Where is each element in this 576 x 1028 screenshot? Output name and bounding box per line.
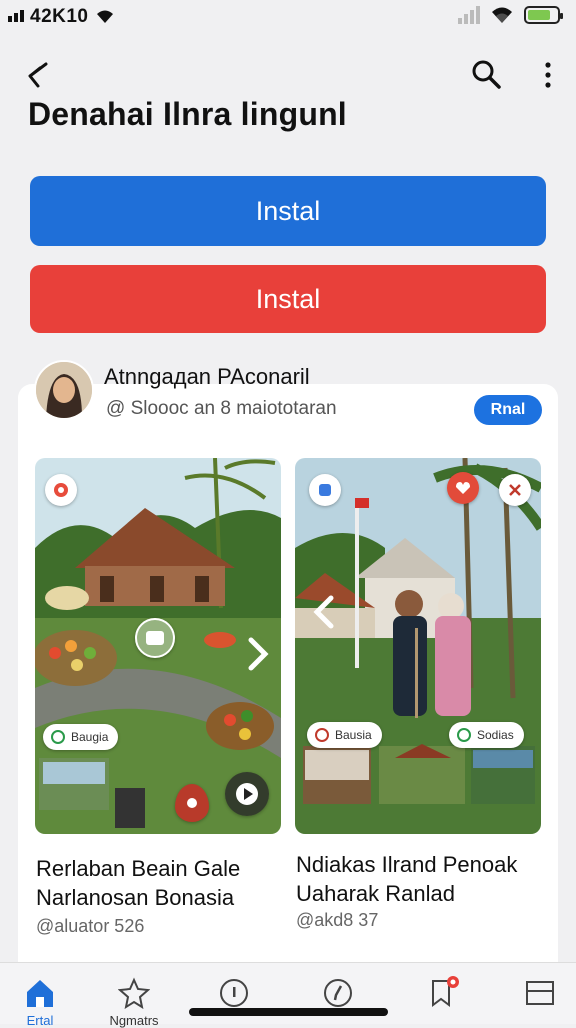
signal-icon [8, 10, 24, 22]
location-tag-label: Bausia [335, 728, 372, 742]
install-button-secondary[interactable]: Instal [30, 265, 546, 333]
author-name[interactable]: Atnngaдan PAconaril [104, 364, 310, 390]
status-bar: 42K10 [0, 0, 576, 34]
tile-handle[interactable]: @aluator 526 [36, 916, 144, 937]
sticker-icon [309, 474, 341, 506]
nav-label-home: Ertal [26, 1013, 54, 1028]
post-tile[interactable]: Baugiа [35, 458, 281, 834]
top-nav [0, 52, 576, 94]
couple-photo-image [295, 458, 541, 834]
shield-icon [175, 784, 209, 822]
star-icon [117, 977, 151, 1010]
tile-title-line2[interactable]: Uaharak Ranlad [296, 879, 455, 909]
location-tag[interactable]: Baugiа [43, 724, 119, 750]
tile-handle[interactable]: @akd8 37 [296, 910, 378, 931]
tile-title[interactable]: Ndiakas Ilrand Penoak [296, 850, 517, 880]
sticker-icon [45, 474, 77, 506]
home-indicator[interactable] [189, 1008, 388, 1016]
nav-item-saved[interactable] [414, 975, 474, 1023]
follow-button[interactable]: Rnal [474, 395, 542, 425]
back-arrow-icon[interactable] [20, 56, 56, 92]
heart-icon[interactable] [447, 472, 479, 504]
cellular-icon [458, 6, 480, 24]
info-icon [220, 979, 248, 1007]
wifi-icon [97, 10, 113, 23]
image-preview-icon[interactable] [135, 618, 175, 658]
play-icon[interactable] [225, 772, 269, 816]
compass-icon [324, 979, 352, 1007]
nav-label-favorites: Ngmatrs [109, 1013, 159, 1028]
close-icon[interactable] [499, 474, 531, 506]
window-icon [526, 981, 554, 1005]
avatar[interactable] [34, 360, 94, 420]
more-options-icon[interactable] [538, 56, 558, 92]
search-icon[interactable] [468, 56, 504, 92]
tile-title-line2[interactable]: Narlanosan Bonasia [36, 883, 234, 913]
wifi-icon [492, 7, 512, 23]
battery-icon [524, 6, 563, 24]
page-title: Denahai Ilnra lingunl [28, 96, 347, 132]
location-tag[interactable]: Bausia [307, 722, 382, 748]
install-button-primary[interactable]: Instal [30, 176, 546, 246]
nav-item-tabs[interactable] [510, 975, 570, 1023]
next-chevron-icon[interactable] [247, 636, 269, 672]
nav-item-home[interactable]: Ertal [10, 975, 70, 1028]
author-subtitle: @ Sloooc an 8 maiototaran [106, 398, 337, 419]
status-time: 42K10 [30, 6, 89, 27]
location-tag-label: Baugiа [71, 730, 109, 744]
post-tile[interactable]: Bausia Sodias [295, 458, 541, 834]
home-icon [27, 980, 53, 1007]
feed-card: @ Sloooc an 8 maiototaran Rnal Baugiа Re… [18, 384, 558, 974]
nav-item-favorites[interactable]: Ngmatrs [104, 975, 164, 1028]
bookmark-icon [432, 976, 459, 1007]
tile-title[interactable]: Rerlaban Beain Gale [36, 854, 240, 884]
location-tag-right-label: Sodias [477, 728, 514, 742]
location-tag-right[interactable]: Sodias [449, 722, 524, 748]
prev-chevron-icon[interactable] [313, 594, 335, 630]
